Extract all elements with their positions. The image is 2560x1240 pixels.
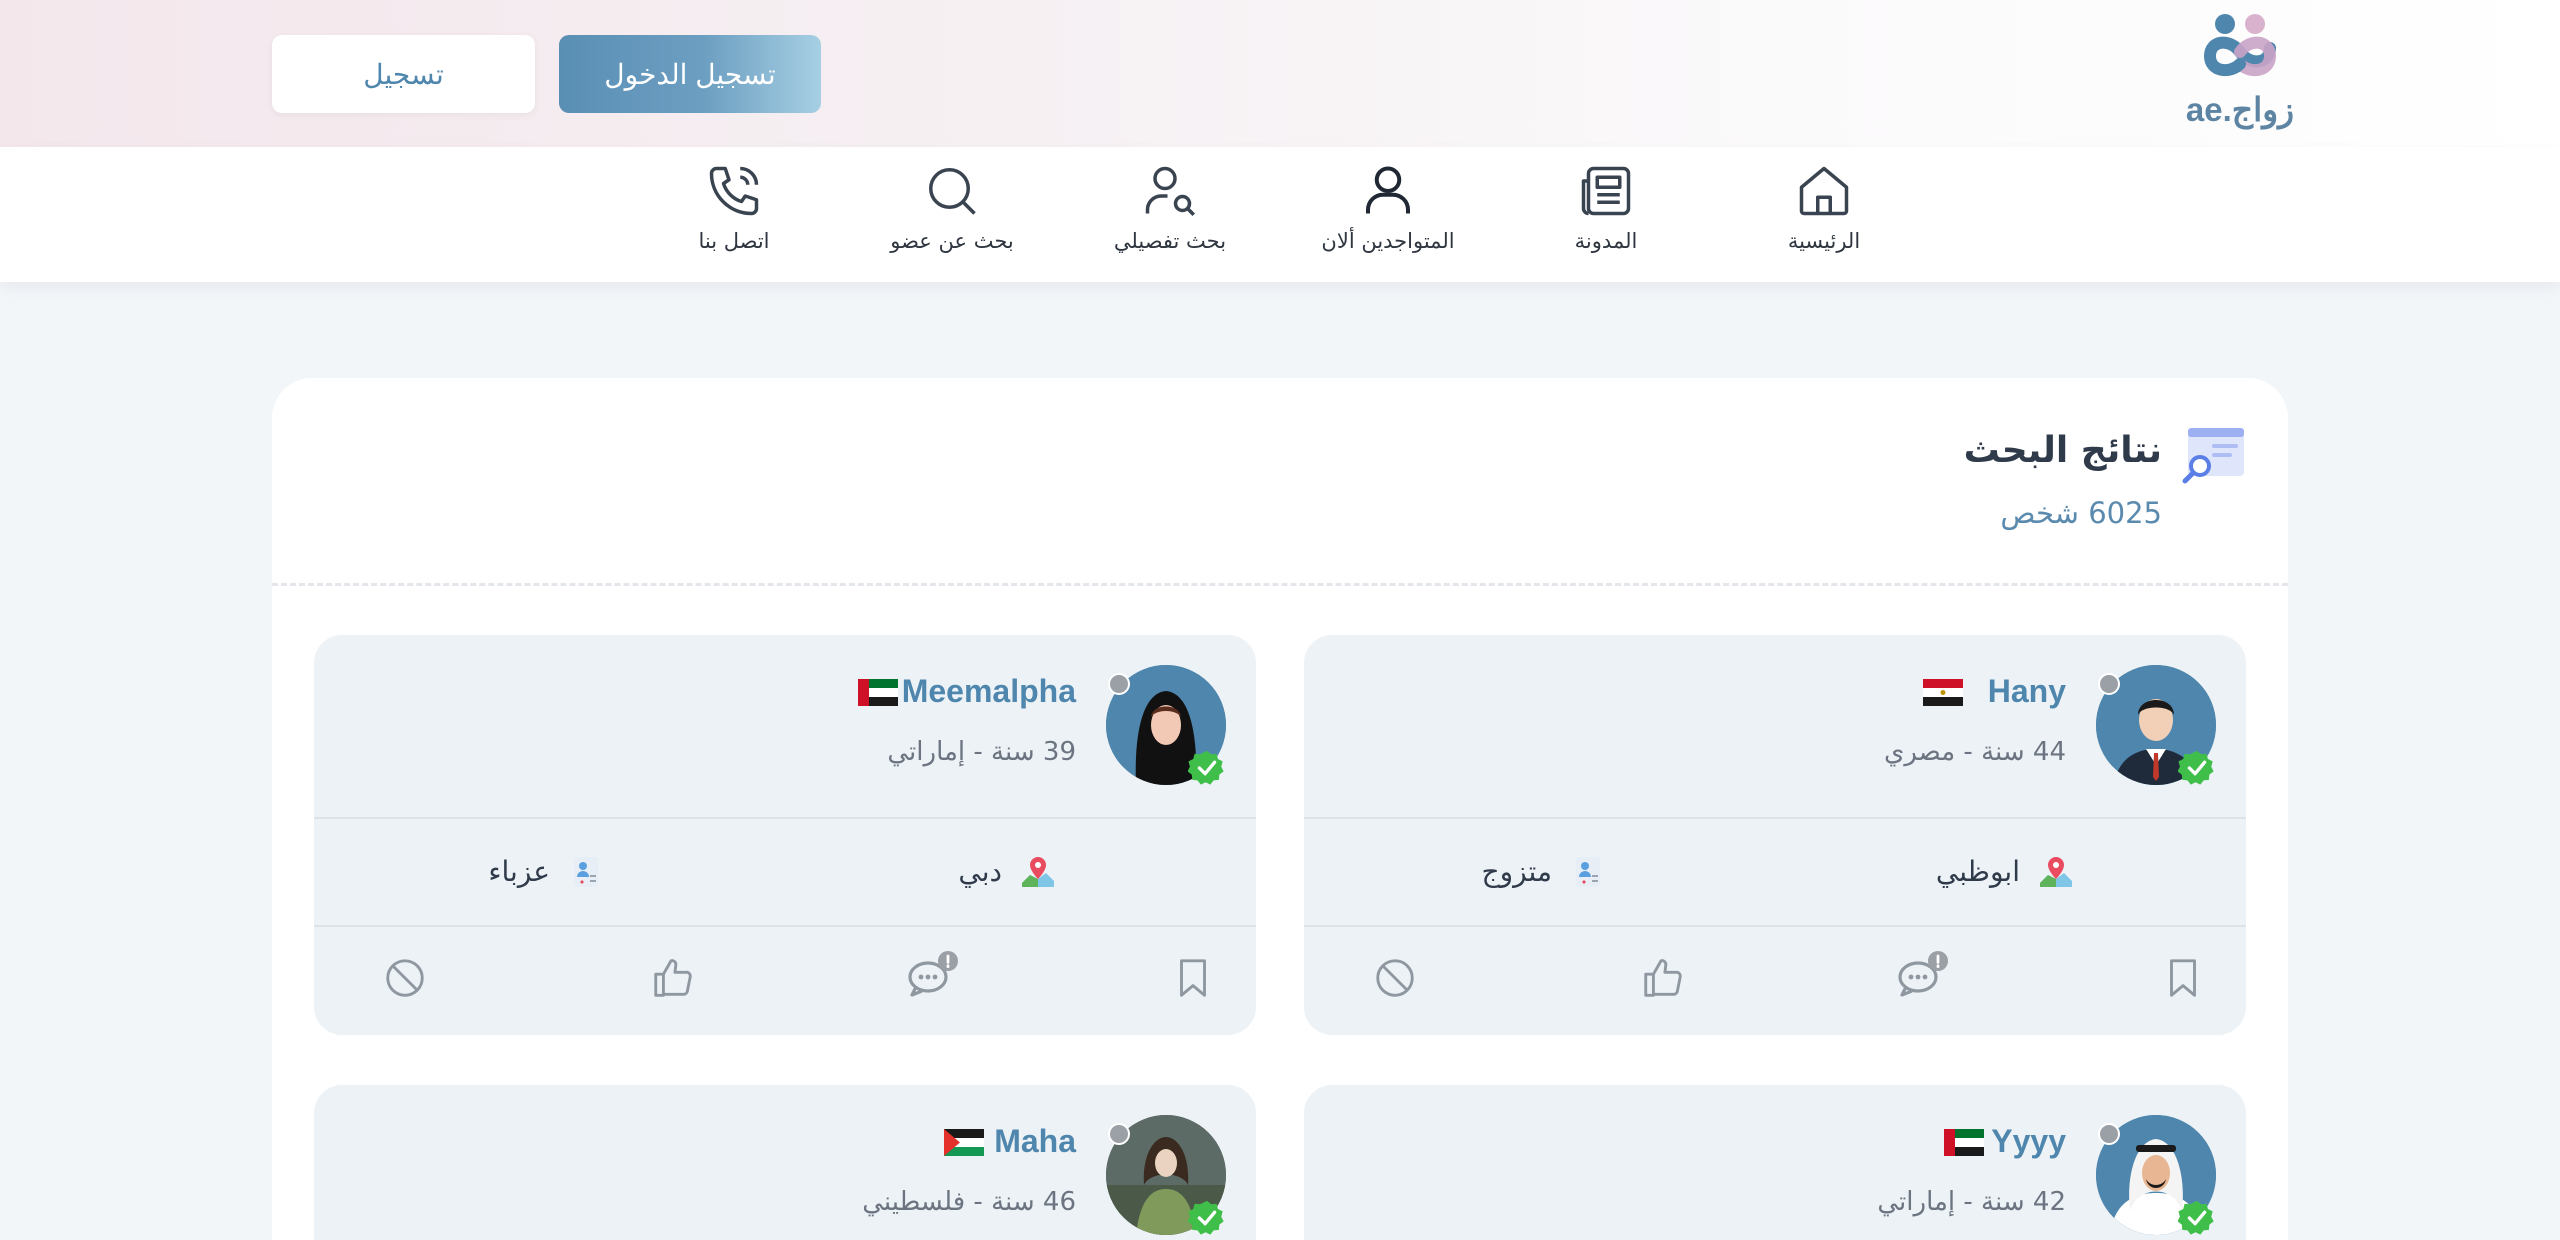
nav-label: الرئيسية xyxy=(1787,229,1861,253)
register-button[interactable]: تسجيل xyxy=(272,35,535,113)
divider xyxy=(272,583,2288,586)
user-icon xyxy=(1366,166,1410,214)
member-card[interactable]: Maha 46 سنة - فلسطيني xyxy=(314,1085,1256,1240)
main-nav: الرئيسية المدونة المتواجدين ألان بحث تفص… xyxy=(0,147,2560,282)
member-marital-status: متزوج xyxy=(1482,853,1607,889)
nav-label: بحث عن عضو xyxy=(890,229,1014,253)
thumbs-up-icon[interactable] xyxy=(650,955,696,1001)
logo-text: زواج.ae xyxy=(2185,91,2295,128)
city-text: ابوظبي xyxy=(1935,854,2020,888)
member-card[interactable]: Meemalpha 39 سنة - إماراتي دبي عزباء xyxy=(314,635,1256,1035)
member-city: ابوظبي xyxy=(1936,853,2074,889)
search-results-icon xyxy=(2182,428,2244,484)
bookmark-icon[interactable] xyxy=(1170,955,1216,1001)
divider xyxy=(1304,925,2246,927)
nav-item-contact[interactable]: اتصل بنا xyxy=(634,161,834,271)
nav-item-home[interactable]: الرئيسية xyxy=(1724,161,1924,271)
nav-label: المتواجدين ألان xyxy=(1321,229,1455,253)
online-status-dot xyxy=(2098,1123,2120,1145)
nav-label: المدونة xyxy=(1574,229,1638,253)
verified-badge-icon xyxy=(2178,750,2214,785)
member-name[interactable]: Hany xyxy=(1988,673,2066,710)
member-name[interactable]: Meemalpha xyxy=(902,673,1076,710)
block-icon[interactable] xyxy=(1372,955,1418,1001)
member-age-nationality: 44 سنة - مصري xyxy=(1883,737,2066,767)
results-title: نتائج البحث xyxy=(1963,430,2162,471)
map-pin-icon xyxy=(2040,857,2072,887)
status-text: عزباء xyxy=(488,854,550,888)
site-logo[interactable]: زواج.ae xyxy=(2180,12,2300,137)
phone-icon xyxy=(709,166,759,216)
member-age-nationality: 42 سنة - إماراتي xyxy=(1877,1187,2066,1217)
verified-badge-icon xyxy=(1188,750,1224,785)
online-status-dot xyxy=(1108,1123,1130,1145)
nav-item-blog[interactable]: المدونة xyxy=(1506,161,1706,271)
verified-badge-icon xyxy=(2178,1200,2214,1235)
top-header: زواج.ae تسجيل الدخول تسجيل xyxy=(0,0,2560,147)
online-status-dot xyxy=(1108,673,1130,695)
member-age-nationality: 39 سنة - إماراتي xyxy=(887,737,1076,767)
uae-flag-icon xyxy=(858,679,898,706)
logo-mark-icon xyxy=(2204,14,2277,77)
block-icon[interactable] xyxy=(382,955,428,1001)
message-icon[interactable] xyxy=(904,947,960,1003)
message-icon[interactable] xyxy=(1894,947,1950,1003)
palestine-flag-icon xyxy=(944,1129,984,1156)
nav-label: اتصل بنا xyxy=(698,229,770,253)
home-icon xyxy=(1799,166,1849,216)
login-button[interactable]: تسجيل الدخول xyxy=(559,35,821,113)
nav-item-advanced-search[interactable]: بحث تفصيلي xyxy=(1070,161,1270,271)
search-icon xyxy=(929,168,976,215)
id-card-icon xyxy=(1576,857,1600,887)
city-text: دبي xyxy=(958,854,1002,888)
egypt-flag-icon xyxy=(1923,679,1963,706)
newspaper-icon xyxy=(1581,166,1631,216)
member-name[interactable]: Yyyy xyxy=(1991,1123,2066,1160)
online-status-dot xyxy=(2098,673,2120,695)
nav-item-online[interactable]: المتواجدين ألان xyxy=(1288,161,1488,271)
thumbs-up-icon[interactable] xyxy=(1640,955,1686,1001)
nav-item-member-search[interactable]: بحث عن عضو xyxy=(852,161,1052,271)
id-card-icon xyxy=(574,857,598,887)
verified-badge-icon xyxy=(1188,1200,1224,1235)
user-search-icon xyxy=(1145,166,1195,216)
uae-flag-icon xyxy=(1944,1129,1984,1156)
divider xyxy=(314,925,1256,927)
member-name[interactable]: Maha xyxy=(994,1123,1076,1160)
member-city: دبي xyxy=(958,853,1056,889)
nav-label: بحث تفصيلي xyxy=(1113,229,1227,253)
member-age-nationality: 46 سنة - فلسطيني xyxy=(862,1187,1076,1217)
member-card[interactable]: Yyyy 42 سنة - إماراتي xyxy=(1304,1085,2246,1240)
member-card[interactable]: Hany 44 سنة - مصري ابوظبي متزوج xyxy=(1304,635,2246,1035)
bookmark-icon[interactable] xyxy=(2160,955,2206,1001)
divider xyxy=(1304,817,2246,819)
map-pin-icon xyxy=(1022,857,1054,887)
member-marital-status: عزباء xyxy=(488,853,604,889)
divider xyxy=(314,817,1256,819)
results-count: 6025 شخص xyxy=(2000,496,2162,530)
status-text: متزوج xyxy=(1481,854,1553,888)
